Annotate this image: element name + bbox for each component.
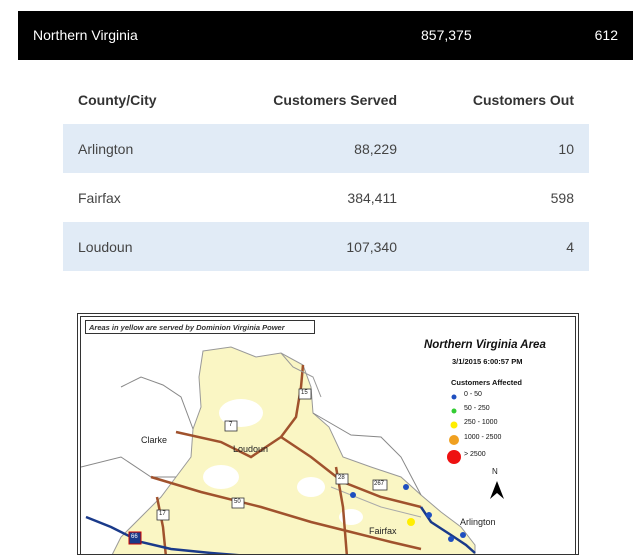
region-customers-out: 612: [594, 27, 618, 43]
unserved-area: [297, 477, 325, 497]
place-label-fairfax: Fairfax: [369, 526, 397, 536]
outage-dot: [460, 532, 466, 538]
header-customers-out: Customers Out: [472, 92, 574, 108]
map-note: Areas in yellow are served by Dominion V…: [85, 320, 315, 334]
route-label: 267: [374, 481, 385, 487]
header-customers-served: Customers Served: [273, 92, 397, 108]
county-name: Fairfax: [78, 190, 121, 206]
outage-dot: [403, 484, 409, 490]
county-outage-table: County/City Customers Served Customers O…: [63, 75, 589, 271]
outage-dot: [407, 518, 415, 526]
north-arrow-icon: [490, 481, 504, 499]
map-frame: Areas in yellow are served by Dominion V…: [80, 316, 576, 554]
legend-dot: [449, 435, 459, 445]
customers-served: 384,411: [347, 190, 397, 206]
county-name: Arlington: [78, 141, 134, 157]
outage-dot: [448, 536, 454, 542]
customers-served: 107,340: [346, 239, 397, 255]
county-boundary: [81, 456, 176, 478]
legend-dot: [451, 408, 457, 414]
county-name: Loudoun: [78, 239, 133, 255]
route-label: 50: [234, 499, 241, 505]
legend-label: 50 - 250: [464, 405, 490, 412]
unserved-area: [203, 465, 239, 489]
legend-label: 0 - 50: [464, 391, 482, 398]
header-county-city: County/City: [78, 92, 157, 108]
place-label-clarke: Clarke: [141, 435, 168, 445]
county-boundary: [120, 376, 194, 430]
table-row: Fairfax 384,411 598: [63, 173, 589, 222]
route-label: 17: [159, 511, 166, 517]
north-label: N: [492, 467, 498, 476]
outage-map: Areas in yellow are served by Dominion V…: [77, 313, 579, 555]
region-name: Northern Virginia: [33, 27, 138, 43]
route-label: 28: [338, 475, 345, 481]
outage-dot: [426, 512, 432, 518]
map-title: Northern Virginia Area: [424, 339, 546, 351]
legend-label: 1000 - 2500: [464, 434, 502, 441]
legend-dot: [447, 450, 461, 464]
customers-out: 598: [550, 190, 574, 206]
route-label: 15: [301, 390, 308, 396]
table-row: Arlington 88,229 10: [63, 124, 589, 173]
table-header: County/City Customers Served Customers O…: [63, 75, 589, 124]
legend-label: 250 - 1000: [464, 419, 498, 426]
map-date: 3/1/2015 6:00:57 PM: [452, 357, 523, 366]
region-customers-served: 857,375: [421, 27, 472, 43]
legend-title: Customers Affected: [451, 378, 522, 387]
outage-dot: [350, 492, 356, 498]
legend-dot: [450, 421, 458, 429]
table-row: Loudoun 107,340 4: [63, 222, 589, 271]
region-summary-bar: Northern Virginia 857,375 612: [18, 11, 633, 60]
place-label-arlington: Arlington: [460, 517, 496, 527]
customers-out: 10: [558, 141, 574, 157]
legend-label: > 2500: [464, 451, 486, 458]
route-label: 66: [131, 534, 138, 540]
customers-out: 4: [566, 239, 574, 255]
legend-dot: [451, 394, 457, 400]
service-area: [111, 346, 476, 554]
route-label: 7: [229, 422, 233, 428]
place-label-loudoun: Loudoun: [233, 444, 269, 454]
customers-served: 88,229: [354, 141, 397, 157]
